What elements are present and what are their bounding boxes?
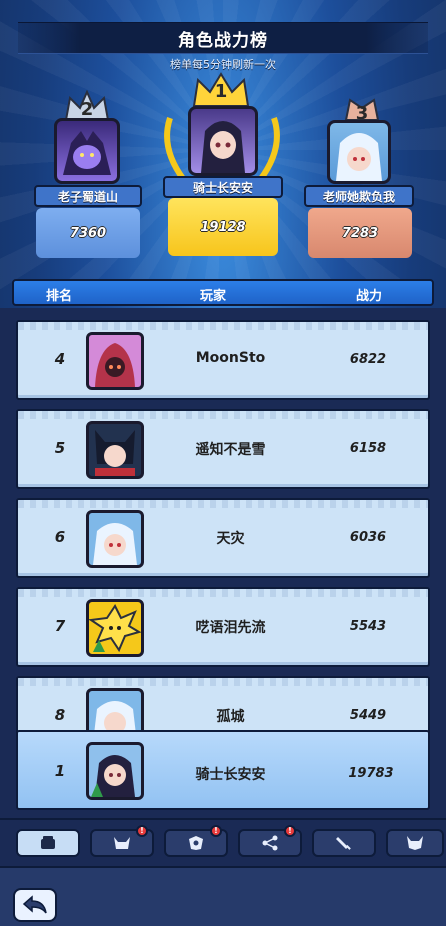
white-hair-character-icon: [93, 523, 137, 565]
row-rank: 7: [54, 617, 66, 635]
row-player-name: 天灾: [216, 531, 245, 547]
notification-badge-icon: !: [284, 825, 296, 837]
table-row[interactable]: 5 遥知不是雪 6158: [16, 409, 430, 489]
rank-2-label: 2: [80, 99, 94, 120]
back-arrow-icon: [22, 895, 47, 914]
row-power: 5449: [349, 708, 387, 723]
row-player-name: 呓语泪先流: [195, 620, 266, 636]
knight-character-icon: [201, 121, 245, 173]
row-power: 5543: [349, 619, 387, 634]
dragon-character-icon: [63, 131, 111, 175]
table-row[interactable]: 4 MoonSto 6822: [16, 320, 430, 400]
avatar: [86, 332, 144, 390]
spiky-yellow-character-icon: [89, 604, 141, 653]
column-power: 战力: [356, 289, 383, 304]
row-wave-trim: [18, 678, 428, 686]
horned-character-icon: [95, 430, 135, 476]
row-power: 6036: [349, 530, 387, 545]
tab-boss[interactable]: [386, 829, 444, 857]
sword-icon: [336, 837, 351, 850]
avatar: [327, 120, 391, 184]
tab-weapon[interactable]: [312, 829, 376, 857]
row-player-name: 孤城: [216, 709, 245, 725]
row-rank: 6: [54, 528, 66, 546]
avatar: [86, 599, 144, 657]
row-player-name: MoonSto: [195, 350, 266, 366]
avatar: [86, 742, 144, 800]
page-title: 角色战力榜: [178, 30, 268, 51]
row-wave-trim: [18, 411, 428, 419]
rank-1-label: 1: [214, 81, 228, 102]
podium-3-name: 老师她欺负我: [304, 185, 414, 207]
hooded-character-icon: [95, 343, 135, 387]
row-wave-trim: [18, 322, 428, 330]
demon-mask-icon: [407, 836, 423, 850]
row-wave-trim: [18, 500, 428, 508]
row-wave-trim: [18, 589, 428, 597]
category-tabbar: ! ! !: [0, 818, 446, 866]
column-player: 玩家: [200, 289, 227, 304]
title-bar: 角色战力榜: [18, 22, 428, 54]
tab-helmet[interactable]: !: [90, 825, 154, 857]
fist-icon: [41, 836, 55, 849]
back-button[interactable]: [13, 888, 57, 922]
nodes-icon: [262, 835, 278, 851]
tab-skills[interactable]: !: [238, 825, 302, 857]
column-rank: 排名: [46, 289, 73, 304]
table-row[interactable]: 6 天灾 6036: [16, 498, 430, 578]
knight-character-icon: [91, 755, 135, 797]
row-player-name: 遥知不是雪: [195, 442, 266, 458]
tab-gem[interactable]: !: [164, 825, 228, 857]
podium-3-power: 7283: [308, 208, 412, 258]
my-rank: 1: [54, 762, 66, 780]
gem-shield-icon: [189, 836, 203, 850]
row-power: 6158: [349, 441, 387, 456]
row-rank: 4: [54, 350, 66, 368]
row-rank: 8: [54, 706, 66, 724]
refresh-note: 榜单每5分钟刷新一次: [170, 58, 276, 71]
row-rank: 5: [54, 439, 66, 457]
horned-helmet-icon: [114, 837, 130, 849]
column-header: 排名 玩家 战力: [12, 279, 434, 306]
podium-2-power: 7360: [36, 208, 140, 258]
tab-power[interactable]: [16, 829, 80, 857]
podium-1-power: 19128: [168, 198, 278, 256]
my-power: 19783: [348, 766, 394, 781]
podium-1-name: 骑士长安安: [163, 176, 283, 198]
my-rank-row[interactable]: 1 骑士长安安 19783: [16, 730, 430, 810]
notification-badge-icon: !: [136, 825, 148, 837]
notification-badge-icon: !: [210, 825, 222, 837]
podium-2-name: 老子蜀道山: [34, 185, 142, 207]
table-row[interactable]: 7 呓语泪先流 5543: [16, 587, 430, 667]
avatar: [86, 510, 144, 568]
avatar: [54, 118, 120, 184]
my-player-name: 骑士长安安: [195, 767, 266, 783]
white-hair-character-icon: [336, 133, 382, 181]
row-power: 6822: [349, 352, 387, 367]
avatar: [188, 106, 258, 176]
leaderboard-screen: 角色战力榜 榜单每5分钟刷新一次 2 老子蜀道山 7360 1 骑士长安安 19…: [0, 0, 446, 926]
avatar: [86, 421, 144, 479]
bottom-bar: [0, 866, 446, 926]
